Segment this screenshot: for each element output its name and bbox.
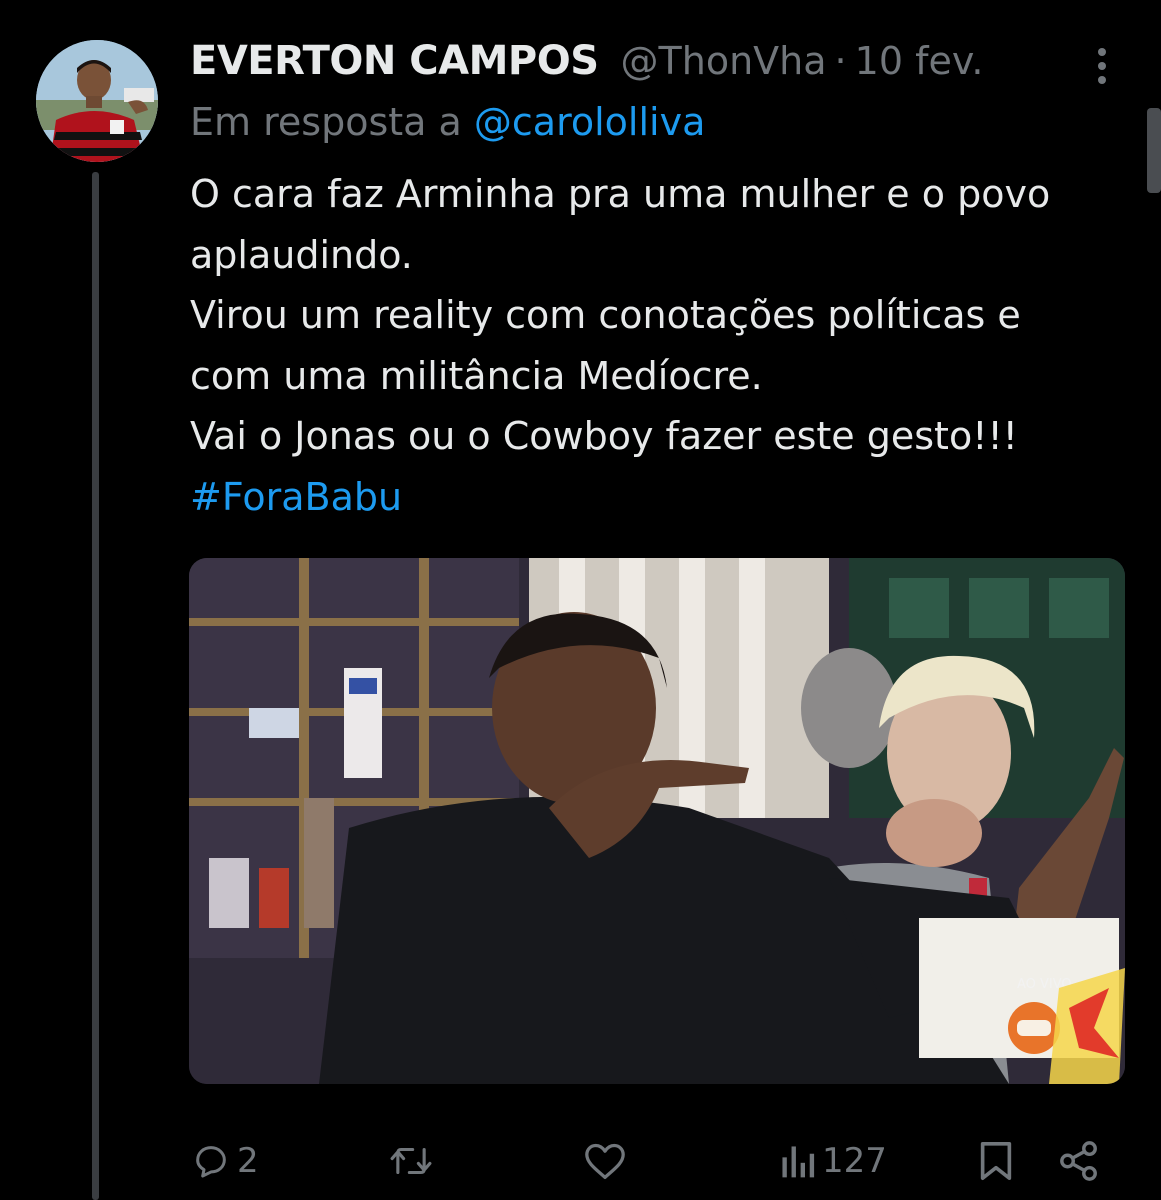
retweet-icon — [390, 1147, 432, 1175]
tweet-text-line: O cara faz Arminha pra uma mulher e o po… — [190, 172, 1051, 216]
separator-dot: · — [834, 39, 847, 83]
hashtag-link[interactable]: #ForaBabu — [190, 467, 1140, 528]
bookmark-icon — [980, 1142, 1012, 1180]
tweet-text-line: Vai o Jonas ou o Cowboy fazer este gesto… — [190, 414, 1018, 458]
reply-icon — [196, 1146, 226, 1178]
tweet-header: EVERTON CAMPOS @ThonVha · 10 fev. — [190, 38, 983, 86]
bookmark-button[interactable] — [978, 1136, 1014, 1186]
retweet-button[interactable] — [388, 1136, 440, 1186]
views-count: 127 — [822, 1141, 887, 1181]
tweet-text-line: aplaudindo. — [190, 232, 413, 277]
heart-icon — [585, 1143, 625, 1179]
reply-count: 2 — [237, 1141, 259, 1181]
media-image: AO VIVO — [189, 558, 1125, 1084]
thread-line — [92, 172, 99, 1200]
action-bar: 2 127 — [0, 1136, 1161, 1186]
author-handle[interactable]: @ThonVha — [621, 39, 827, 83]
reply-mention[interactable]: @carololliva — [474, 100, 705, 144]
tweet-media[interactable]: AO VIVO — [189, 558, 1125, 1084]
like-button[interactable] — [583, 1136, 633, 1186]
share-button[interactable] — [1058, 1136, 1100, 1186]
tweet-text-line: Virou um reality com conotações política… — [190, 293, 1021, 337]
views-button[interactable]: 127 — [778, 1136, 887, 1186]
views-icon — [782, 1146, 815, 1178]
tweet-text: O cara faz Arminha pra uma mulher e o po… — [190, 164, 1140, 527]
reply-button[interactable]: 2 — [191, 1136, 259, 1186]
tweet-text-line: com uma militância Medíocre. — [190, 353, 763, 398]
reply-context: Em resposta a @carololliva — [190, 100, 705, 144]
author-name[interactable]: EVERTON CAMPOS — [190, 38, 599, 84]
tweet-container: EVERTON CAMPOS @ThonVha · 10 fev. Em res… — [0, 0, 1161, 1200]
more-icon[interactable] — [1094, 48, 1110, 84]
scrollbar[interactable] — [1147, 108, 1161, 193]
avatar[interactable] — [36, 40, 158, 162]
tweet-date[interactable]: 10 fev. — [855, 39, 984, 83]
avatar-image — [36, 40, 158, 162]
reply-prefix: Em resposta a — [190, 100, 462, 144]
share-icon — [1060, 1141, 1097, 1181]
